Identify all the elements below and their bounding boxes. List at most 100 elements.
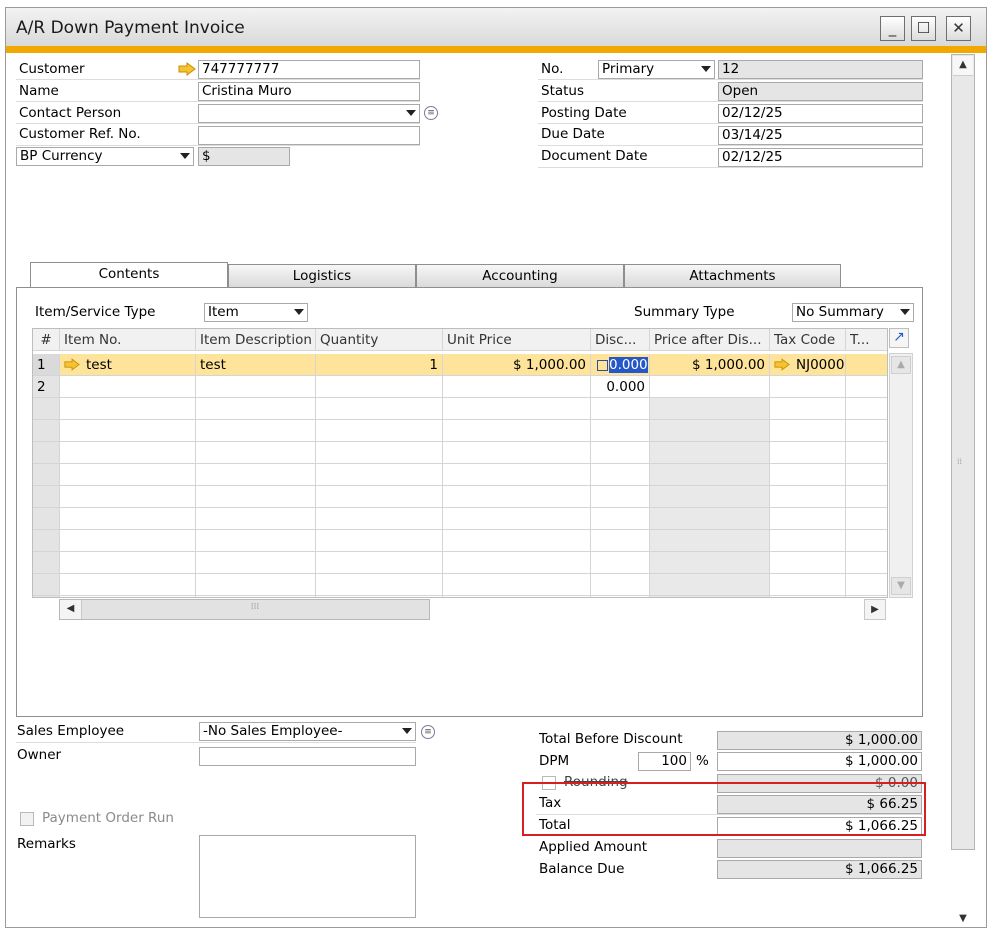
col-header-unit-price[interactable]: Unit Price	[443, 329, 591, 351]
empty-cell[interactable]	[770, 530, 846, 552]
scroll-up-icon[interactable]: ▲	[891, 356, 911, 374]
tab-accounting[interactable]: Accounting	[416, 264, 624, 288]
empty-cell[interactable]	[443, 574, 591, 596]
empty-cell[interactable]	[770, 486, 846, 508]
empty-cell[interactable]	[443, 552, 591, 574]
row-number[interactable]	[33, 420, 60, 442]
table-row-description[interactable]	[196, 376, 316, 398]
empty-cell[interactable]	[650, 464, 770, 486]
table-row-quantity[interactable]: 1	[316, 354, 443, 376]
row-number[interactable]: 2	[33, 376, 60, 398]
table-row-description[interactable]: test	[196, 354, 316, 376]
empty-cell[interactable]	[316, 420, 443, 442]
table-row-price-after-discount[interactable]	[650, 376, 770, 398]
table-row-item-no[interactable]: test	[60, 354, 196, 376]
payment-order-run-checkbox[interactable]	[20, 812, 34, 826]
empty-cell[interactable]	[60, 442, 196, 464]
empty-cell[interactable]	[591, 398, 650, 420]
sales-employee-select[interactable]: -No Sales Employee-	[199, 722, 416, 741]
dpm-amount-field[interactable]: $ 1,000.00	[717, 752, 922, 771]
table-row-tax-code[interactable]	[770, 376, 846, 398]
table-row-t[interactable]	[846, 376, 887, 398]
empty-cell[interactable]	[770, 398, 846, 420]
currency-select[interactable]: BP Currency	[16, 147, 194, 166]
tab-attachments[interactable]: Attachments	[624, 264, 841, 288]
empty-cell[interactable]	[770, 574, 846, 596]
due-date-field[interactable]: 03/14/25	[718, 126, 923, 145]
scroll-down-icon[interactable]: ▼	[891, 577, 911, 595]
remarks-textarea[interactable]	[199, 835, 416, 918]
empty-cell[interactable]	[650, 398, 770, 420]
name-field[interactable]: Cristina Muro	[198, 82, 420, 101]
col-header-tax-code[interactable]: Tax Code	[770, 329, 846, 351]
dropdown-arrow-icon[interactable]	[406, 110, 416, 116]
dropdown-arrow-icon[interactable]	[900, 309, 910, 315]
row-number[interactable]	[33, 530, 60, 552]
col-header-t[interactable]: T...	[846, 329, 887, 351]
empty-cell[interactable]	[591, 486, 650, 508]
table-row-discount[interactable]: 0.000	[591, 376, 650, 398]
empty-cell[interactable]	[196, 442, 316, 464]
contact-person-select[interactable]	[198, 104, 420, 123]
empty-cell[interactable]	[60, 464, 196, 486]
owner-field[interactable]	[199, 747, 416, 766]
empty-cell[interactable]	[846, 596, 887, 597]
empty-cell[interactable]	[846, 420, 887, 442]
empty-cell[interactable]	[591, 596, 650, 597]
empty-cell[interactable]	[196, 508, 316, 530]
col-header-quantity[interactable]: Quantity	[316, 329, 443, 351]
empty-cell[interactable]	[846, 508, 887, 530]
minimize-icon[interactable]: _	[880, 16, 905, 41]
empty-cell[interactable]	[316, 464, 443, 486]
empty-cell[interactable]	[770, 596, 846, 597]
row-number[interactable]	[33, 552, 60, 574]
empty-cell[interactable]	[650, 596, 770, 597]
scroll-left-icon[interactable]: ◀	[60, 600, 82, 619]
link-arrow-icon[interactable]	[178, 62, 196, 76]
row-number[interactable]	[33, 596, 60, 597]
empty-cell[interactable]	[443, 442, 591, 464]
empty-cell[interactable]	[650, 486, 770, 508]
empty-cell[interactable]	[591, 574, 650, 596]
empty-cell[interactable]	[60, 596, 196, 597]
row-number[interactable]	[33, 464, 60, 486]
table-row-item-no[interactable]	[60, 376, 196, 398]
document-date-field[interactable]: 02/12/25	[718, 148, 923, 167]
row-number[interactable]	[33, 486, 60, 508]
empty-cell[interactable]	[60, 420, 196, 442]
table-row-discount[interactable]: 0.000	[591, 354, 650, 376]
empty-cell[interactable]	[770, 442, 846, 464]
empty-cell[interactable]	[443, 508, 591, 530]
scroll-thumb-grip-icon[interactable]: ⁞⁞	[957, 457, 969, 469]
empty-cell[interactable]	[196, 464, 316, 486]
scroll-right-icon[interactable]: ▶	[864, 599, 886, 620]
empty-cell[interactable]	[60, 552, 196, 574]
series-select[interactable]: Primary	[598, 60, 715, 79]
summary-type-select[interactable]: No Summary	[792, 303, 914, 322]
empty-cell[interactable]	[196, 596, 316, 597]
table-row-unit-price[interactable]: $ 1,000.00	[443, 354, 591, 376]
empty-cell[interactable]	[316, 508, 443, 530]
customer-ref-field[interactable]	[198, 126, 420, 145]
empty-cell[interactable]	[846, 398, 887, 420]
empty-cell[interactable]	[650, 530, 770, 552]
empty-cell[interactable]	[443, 486, 591, 508]
empty-cell[interactable]	[316, 552, 443, 574]
empty-cell[interactable]	[770, 420, 846, 442]
empty-cell[interactable]	[846, 552, 887, 574]
empty-cell[interactable]	[591, 442, 650, 464]
col-header-num[interactable]: #	[33, 329, 60, 351]
empty-cell[interactable]	[650, 574, 770, 596]
empty-cell[interactable]	[316, 442, 443, 464]
empty-cell[interactable]	[591, 552, 650, 574]
form-vertical-scrollbar[interactable]: ▲ ⁞⁞	[951, 54, 975, 850]
tab-contents[interactable]: Contents	[30, 262, 228, 288]
empty-cell[interactable]	[60, 574, 196, 596]
row-number[interactable]	[33, 508, 60, 530]
empty-cell[interactable]	[60, 508, 196, 530]
empty-cell[interactable]	[770, 552, 846, 574]
table-row-quantity[interactable]	[316, 376, 443, 398]
empty-cell[interactable]	[316, 398, 443, 420]
col-header-item-no[interactable]: Item No.	[60, 329, 196, 351]
empty-cell[interactable]	[316, 530, 443, 552]
